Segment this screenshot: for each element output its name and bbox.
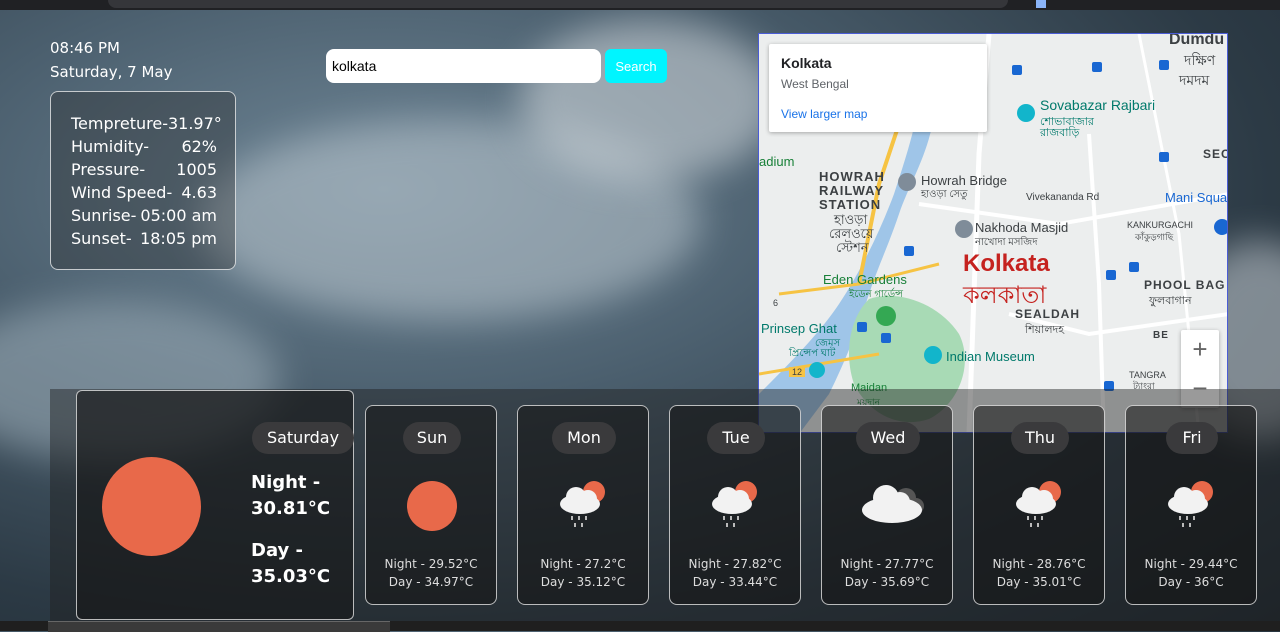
map-city-label: Kolkata bbox=[963, 250, 1050, 277]
rain-sun-icon bbox=[1164, 478, 1220, 534]
background-cloud bbox=[520, 20, 780, 180]
map-label: প্রিন্সেপ ঘাট bbox=[789, 348, 836, 359]
today-day-label: Saturday bbox=[252, 422, 354, 454]
forecast-card-mon: Mon Night - 27.2°C Day - 35.12°C bbox=[517, 405, 649, 605]
pressure-row: Pressure- 1005 bbox=[71, 160, 217, 179]
map-label: স্টেশন bbox=[836, 240, 869, 255]
forecast-day-temp: Day - 34.97°C bbox=[388, 575, 474, 589]
forecast-day-label: Mon bbox=[552, 422, 616, 454]
forecast-card-fri: Fri Night - 29.44°C Day - 36°C bbox=[1125, 405, 1257, 605]
map-label: হাওড়া সেতু bbox=[921, 189, 968, 200]
wind-speed-row: Wind Speed- 4.63 bbox=[71, 183, 217, 202]
zoom-in-button[interactable]: + bbox=[1181, 330, 1219, 369]
map-label: ইডেন গার্ডেন্স bbox=[849, 289, 904, 300]
map-label: PHOOL BAG bbox=[1144, 278, 1226, 292]
forecast-day-temp: Day - 35.69°C bbox=[844, 575, 930, 589]
map-label: রাজবাড়ি bbox=[1040, 127, 1080, 139]
forecast-night-temp: Night - 28.76°C bbox=[992, 557, 1086, 571]
forecast-day-temp: Day - 35.12°C bbox=[540, 575, 626, 589]
forecast-day-label: Thu bbox=[1011, 422, 1069, 454]
map-label: Howrah Bridge bbox=[921, 173, 1007, 188]
map-label: Nakhoda Masjid bbox=[975, 220, 1069, 235]
forecast-day-label: Sun bbox=[403, 422, 461, 454]
temperature-row: Tempreture- 31.97° bbox=[71, 114, 222, 133]
place-info-card: Kolkata West Bengal View larger map bbox=[769, 44, 987, 132]
place-region: West Bengal bbox=[781, 77, 849, 91]
forecast-night-temp: Night - 27.77°C bbox=[840, 557, 934, 571]
humidity-row: Humidity- 62% bbox=[71, 137, 217, 156]
extension-icon[interactable] bbox=[1036, 0, 1046, 8]
today-day-temp: Day - 35.03°C bbox=[251, 540, 331, 587]
map-label: কাঁকুড়গাছি bbox=[1135, 232, 1174, 242]
forecast-card-sun: Sun Night - 29.52°C Day - 34.97°C bbox=[365, 405, 497, 605]
map-label: ফুলবাগান bbox=[1149, 295, 1192, 307]
forecast-night-temp: Night - 29.52°C bbox=[384, 557, 478, 571]
map-label: STATION bbox=[819, 197, 882, 212]
map-label: BE bbox=[1153, 330, 1169, 341]
forecast-night-temp: Night - 27.2°C bbox=[540, 557, 626, 571]
map-label: HOWRAH bbox=[819, 169, 885, 184]
forecast-night-temp: Night - 29.44°C bbox=[1144, 557, 1238, 571]
map-label: SEALDAH bbox=[1015, 307, 1081, 321]
sunrise-row: Sunrise- 05:00 am bbox=[71, 206, 217, 225]
map-label: দমদম bbox=[1179, 72, 1210, 88]
today-night-temp: Night - 30.81°C bbox=[251, 472, 331, 519]
map-label: শিয়ালদহ bbox=[1025, 324, 1065, 336]
city-map[interactable]: Kolkata West Bengal View larger map Dumd… bbox=[758, 33, 1228, 433]
road-marker: 6 bbox=[773, 298, 779, 308]
forecast-card-tue: Tue Night - 27.82°C Day - 33.44°C bbox=[669, 405, 801, 605]
clock: 08:46 PM Saturday, 7 May bbox=[50, 36, 172, 84]
map-label: Prinsep Ghat bbox=[761, 321, 837, 336]
current-date: Saturday, 7 May bbox=[50, 63, 173, 81]
address-bar[interactable] bbox=[108, 0, 1008, 8]
map-label: Dumdu bbox=[1169, 33, 1225, 48]
sunset-row: Sunset- 18:05 pm bbox=[71, 229, 217, 248]
rain-sun-icon bbox=[556, 478, 612, 534]
forecast-day-label: Tue bbox=[707, 422, 765, 454]
forecast-card-thu: Thu Night - 28.76°C Day - 35.01°C bbox=[973, 405, 1105, 605]
map-label: KANKURGACHI bbox=[1127, 220, 1194, 230]
map-label: Eden Gardens bbox=[823, 272, 907, 287]
map-label: Mani Squa bbox=[1165, 190, 1228, 205]
taskbar bbox=[0, 621, 1280, 632]
road-marker: 12 bbox=[789, 367, 806, 377]
map-label: SEC bbox=[1203, 147, 1228, 161]
forecast-day-temp: Day - 36°C bbox=[1158, 575, 1224, 589]
map-label: RAILWAY bbox=[819, 183, 885, 198]
cloud-icon bbox=[860, 478, 924, 534]
current-time: 08:46 PM bbox=[50, 39, 120, 57]
rain-sun-icon bbox=[708, 478, 764, 534]
browser-top-bar bbox=[0, 0, 1280, 10]
view-larger-map-link[interactable]: View larger map bbox=[781, 107, 867, 121]
forecast-card-wed: Wed Night - 27.77°C Day - 35.69°C bbox=[821, 405, 953, 605]
city-search-input[interactable] bbox=[326, 49, 601, 83]
forecast-day-temp: Day - 33.44°C bbox=[692, 575, 778, 589]
place-title: Kolkata bbox=[781, 55, 832, 71]
map-label: Sovabazar Rajbari bbox=[1040, 97, 1156, 113]
forecast-night-temp: Night - 27.82°C bbox=[688, 557, 782, 571]
forecast-day-label: Wed bbox=[856, 422, 920, 454]
taskbar-search[interactable] bbox=[48, 621, 390, 632]
sun-icon bbox=[404, 478, 460, 534]
weather-details-card: Tempreture- 31.97° Humidity- 62% Pressure-… bbox=[50, 91, 236, 270]
forecast-day-label: Fri bbox=[1166, 422, 1218, 454]
rain-sun-icon bbox=[1012, 478, 1068, 534]
map-label: Vivekananda Rd bbox=[1026, 192, 1100, 203]
map-label: Indian Museum bbox=[946, 349, 1035, 364]
map-label: adium bbox=[759, 154, 795, 169]
search-button[interactable]: Search bbox=[605, 49, 667, 83]
sun-icon bbox=[102, 457, 201, 556]
forecast-day-temp: Day - 35.01°C bbox=[996, 575, 1082, 589]
